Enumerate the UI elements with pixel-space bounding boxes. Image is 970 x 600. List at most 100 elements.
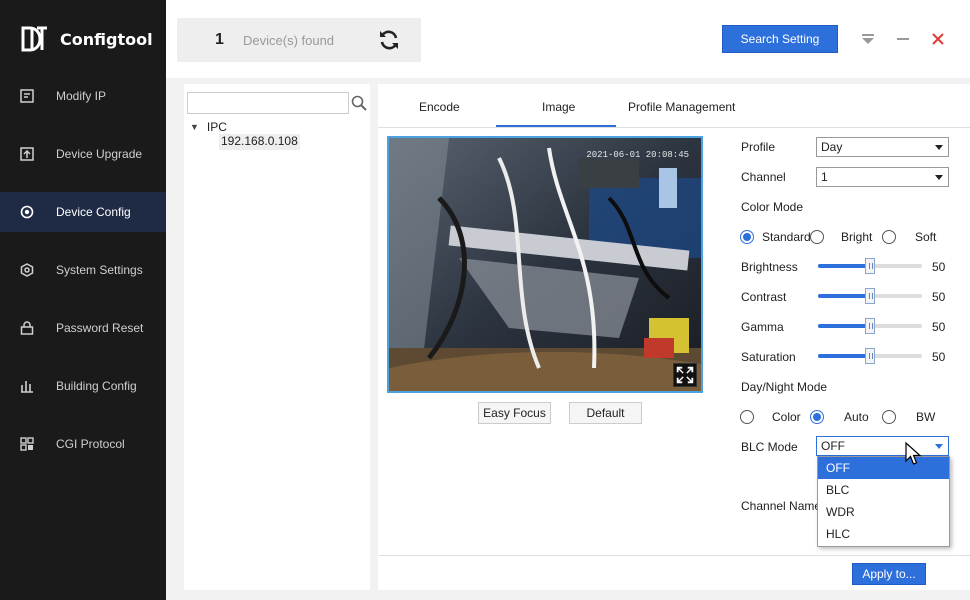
sidebar: Configtool Modify IP Device Upgrade Devi… bbox=[0, 0, 166, 600]
search-setting-button[interactable]: Search Setting bbox=[722, 25, 838, 53]
blc-option-wdr[interactable]: WDR bbox=[818, 501, 949, 523]
default-button[interactable]: Default bbox=[569, 402, 642, 424]
daynight-auto-radio[interactable] bbox=[810, 410, 824, 424]
config-panel: Encode Image Profile Management 2021-06-… bbox=[378, 84, 970, 590]
blc-option-hlc[interactable]: HLC bbox=[818, 523, 949, 545]
sidebar-item-label: System Settings bbox=[56, 263, 143, 277]
brightness-value: 50 bbox=[932, 260, 946, 274]
blc-mode-label: BLC Mode bbox=[741, 440, 798, 454]
color-mode-bright-label: Bright bbox=[841, 230, 873, 244]
daynight-auto-label: Auto bbox=[844, 410, 869, 424]
device-config-icon bbox=[20, 205, 34, 219]
color-mode-soft-label: Soft bbox=[915, 230, 937, 244]
slider-fill bbox=[818, 264, 870, 268]
close-icon[interactable] bbox=[930, 31, 946, 47]
mouse-cursor-icon bbox=[905, 441, 922, 465]
devices-found-label: Device(s) found bbox=[243, 33, 335, 48]
chevron-down-icon bbox=[935, 175, 943, 180]
tab-profile-management[interactable]: Profile Management bbox=[628, 100, 735, 114]
blc-option-blc[interactable]: BLC bbox=[818, 479, 949, 501]
gamma-value: 50 bbox=[932, 320, 946, 334]
active-tab-indicator bbox=[496, 125, 616, 127]
channel-label: Channel bbox=[741, 170, 786, 184]
blc-mode-dropdown: OFF BLC WDR HLC bbox=[817, 456, 950, 547]
sidebar-item-label: Device Upgrade bbox=[56, 147, 143, 161]
sidebar-item-system-settings[interactable]: System Settings bbox=[0, 250, 166, 290]
daynight-color-radio[interactable] bbox=[740, 410, 754, 424]
brightness-slider[interactable] bbox=[818, 258, 922, 274]
slider-fill bbox=[818, 294, 870, 298]
slider-fill bbox=[818, 354, 870, 358]
color-mode-bright-radio[interactable] bbox=[810, 230, 824, 244]
tree-node-label: IPC bbox=[206, 120, 227, 134]
modify-ip-icon bbox=[20, 89, 34, 103]
chevron-down-icon bbox=[935, 145, 943, 150]
devices-found-box: 1 Device(s) found bbox=[177, 18, 421, 62]
tab-encode[interactable]: Encode bbox=[419, 100, 460, 114]
slider-fill bbox=[818, 324, 870, 328]
tab-bar: Encode Image Profile Management bbox=[378, 84, 970, 128]
protocol-icon bbox=[20, 437, 34, 451]
saturation-label: Saturation bbox=[741, 350, 796, 364]
top-bar: 1 Device(s) found Search Setting bbox=[166, 0, 970, 78]
tree-search-input[interactable] bbox=[187, 92, 349, 114]
expand-triangle-icon[interactable]: ▼ bbox=[190, 122, 199, 132]
menu-dropdown-icon[interactable] bbox=[860, 31, 876, 47]
color-mode-standard-radio[interactable] bbox=[740, 230, 754, 244]
sidebar-item-label: Modify IP bbox=[56, 89, 107, 103]
channel-name-label: Channel Name bbox=[741, 499, 822, 513]
saturation-slider[interactable] bbox=[818, 348, 922, 364]
easy-focus-button[interactable]: Easy Focus bbox=[478, 402, 551, 424]
tree-node-ipc[interactable]: ▼ IPC bbox=[190, 120, 227, 134]
slider-thumb[interactable] bbox=[865, 258, 875, 274]
sidebar-item-label: Password Reset bbox=[56, 321, 144, 335]
main-area: 1 Device(s) found Search Setting ▼ IPC 1… bbox=[166, 0, 970, 600]
slider-thumb[interactable] bbox=[865, 288, 875, 304]
device-tree-panel: ▼ IPC 192.168.0.108 bbox=[184, 84, 370, 590]
blc-mode-select[interactable]: OFF bbox=[816, 436, 949, 456]
settings-icon bbox=[20, 263, 34, 277]
fullscreen-icon[interactable] bbox=[673, 363, 697, 387]
sidebar-item-device-upgrade[interactable]: Device Upgrade bbox=[0, 134, 166, 174]
sidebar-item-label: Building Config bbox=[56, 379, 137, 393]
sidebar-item-modify-ip[interactable]: Modify IP bbox=[0, 76, 166, 116]
slider-thumb[interactable] bbox=[865, 348, 875, 364]
contrast-slider[interactable] bbox=[818, 288, 922, 304]
contrast-label: Contrast bbox=[741, 290, 787, 304]
gamma-slider[interactable] bbox=[818, 318, 922, 334]
slider-thumb[interactable] bbox=[865, 318, 875, 334]
upgrade-icon bbox=[20, 147, 34, 161]
profile-select[interactable]: Day bbox=[816, 137, 949, 157]
camera-preview: 2021-06-01 20:08:45 bbox=[387, 136, 703, 393]
sidebar-item-password-reset[interactable]: Password Reset bbox=[0, 308, 166, 348]
minimize-icon[interactable] bbox=[895, 31, 911, 47]
contrast-value: 50 bbox=[932, 290, 946, 304]
lock-icon bbox=[20, 321, 34, 335]
color-mode-standard-label: Standard bbox=[762, 230, 811, 244]
daynight-bw-radio[interactable] bbox=[882, 410, 896, 424]
channel-select[interactable]: 1 bbox=[816, 167, 949, 187]
sidebar-item-cgi-protocol[interactable]: CGI Protocol bbox=[0, 424, 166, 464]
device-count: 1 bbox=[215, 31, 224, 48]
tree-node-device[interactable]: 192.168.0.108 bbox=[219, 134, 300, 150]
saturation-value: 50 bbox=[932, 350, 946, 364]
app-logo: Configtool bbox=[20, 22, 153, 56]
profile-label: Profile bbox=[741, 140, 776, 154]
search-icon[interactable] bbox=[350, 94, 368, 112]
sidebar-item-label: Device Config bbox=[56, 205, 131, 219]
refresh-icon[interactable] bbox=[377, 28, 401, 52]
sidebar-item-label: CGI Protocol bbox=[56, 437, 125, 451]
channel-value: 1 bbox=[821, 170, 828, 184]
blc-option-off[interactable]: OFF bbox=[818, 457, 949, 479]
camera-scene-image bbox=[389, 138, 701, 391]
sidebar-item-device-config[interactable]: Device Config bbox=[0, 192, 166, 232]
color-mode-soft-radio[interactable] bbox=[882, 230, 896, 244]
profile-value: Day bbox=[821, 140, 843, 154]
apply-to-button[interactable]: Apply to... bbox=[852, 563, 926, 585]
daynight-color-label: Color bbox=[772, 410, 801, 424]
tab-image[interactable]: Image bbox=[542, 100, 575, 114]
configtool-logo-icon bbox=[21, 26, 47, 52]
daynight-label: Day/Night Mode bbox=[741, 380, 828, 394]
sidebar-item-building-config[interactable]: Building Config bbox=[0, 366, 166, 406]
gamma-label: Gamma bbox=[741, 320, 784, 334]
